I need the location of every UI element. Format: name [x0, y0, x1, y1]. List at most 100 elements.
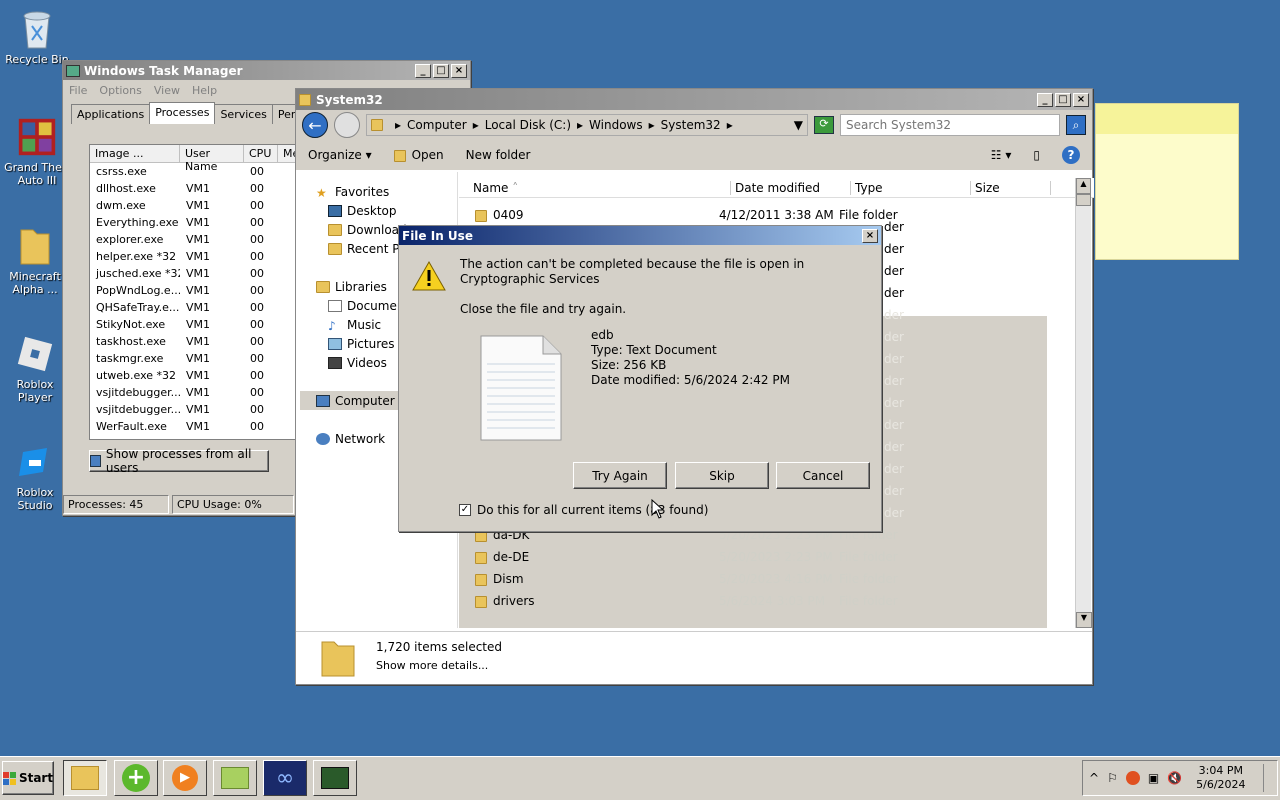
- breadcrumb-local-disk[interactable]: Local Disk (C:): [485, 118, 571, 132]
- desktop-icon-roblox-studio[interactable]: Roblox Studio: [0, 441, 70, 512]
- column-size[interactable]: Size: [971, 180, 1051, 195]
- process-row[interactable]: Everything.exe VM1 00: [90, 214, 328, 231]
- nav-favorites[interactable]: ★ Favorites: [316, 182, 457, 201]
- file-in-use-dialog[interactable]: File In Use × The action can't be comple…: [398, 225, 882, 532]
- clock[interactable]: 3:04 PM 5/6/2024: [1196, 764, 1245, 792]
- taskbar-folder-button[interactable]: [213, 760, 257, 796]
- menu-view[interactable]: View: [154, 84, 180, 97]
- open-button[interactable]: Open: [393, 148, 444, 162]
- refresh-button[interactable]: ⟳: [814, 116, 834, 134]
- help-icon[interactable]: ?: [1062, 146, 1080, 164]
- try-again-button[interactable]: Try Again: [573, 462, 667, 489]
- menu-file[interactable]: File: [69, 84, 87, 97]
- sticky-note[interactable]: [1095, 103, 1239, 260]
- process-row[interactable]: PopWndLog.e... VM1 00: [90, 282, 328, 299]
- process-image: winlogon.exe: [90, 437, 180, 439]
- taskbar-media-player-button[interactable]: ▶: [163, 760, 207, 796]
- partial-type-label: der: [884, 264, 904, 278]
- new-folder-button[interactable]: New folder: [466, 148, 531, 162]
- desktop-icon-roblox-player[interactable]: Roblox Player: [0, 333, 70, 404]
- organize-button[interactable]: Organize ▾: [308, 148, 372, 162]
- close-button[interactable]: ×: [451, 63, 467, 78]
- process-row[interactable]: dllhost.exe VM1 00: [90, 180, 328, 197]
- show-more-details-link[interactable]: Show more details...: [376, 659, 488, 672]
- process-row[interactable]: QHSafeTray.e... VM1 00: [90, 299, 328, 316]
- tab-processes[interactable]: Processes: [149, 102, 216, 124]
- menu-options[interactable]: Options: [99, 84, 141, 97]
- file-date-modified: Date modified: 5/6/2024 2:42 PM: [591, 373, 790, 387]
- show-desktop-button[interactable]: [1263, 764, 1277, 792]
- show-all-processes-button[interactable]: Show processes from all users: [89, 447, 269, 475]
- close-button[interactable]: ×: [1073, 92, 1089, 107]
- back-button[interactable]: ←: [302, 112, 328, 138]
- process-row[interactable]: helper.exe *32 VM1 00: [90, 248, 328, 265]
- process-row[interactable]: winlogon.exe 00: [90, 435, 328, 439]
- process-list[interactable]: Image ... User Name CPU Me csrss.exe 00 dl…: [89, 144, 329, 440]
- file-row[interactable]: de-DE 5/20/2023 2:23 PM File folder: [459, 546, 1047, 568]
- view-options-icon[interactable]: ☷ ▾: [991, 148, 1012, 162]
- start-button[interactable]: Start: [2, 761, 54, 795]
- process-cpu: 00: [250, 199, 264, 212]
- column-date-modified[interactable]: Date modified: [731, 180, 851, 195]
- process-row[interactable]: taskmgr.exe VM1 00: [90, 350, 328, 367]
- minimize-button[interactable]: _: [1037, 92, 1053, 107]
- process-row[interactable]: dwm.exe VM1 00: [90, 197, 328, 214]
- taskbar-app-button[interactable]: +: [114, 760, 158, 796]
- column-type[interactable]: Type: [851, 180, 971, 195]
- file-row[interactable]: 0409 4/12/2011 3:38 AM File folder: [459, 204, 1094, 226]
- taskbar-task-manager-button[interactable]: [313, 760, 357, 796]
- minimize-button[interactable]: _: [415, 63, 431, 78]
- process-row[interactable]: StikyNot.exe VM1 00: [90, 316, 328, 333]
- forward-button[interactable]: [334, 112, 360, 138]
- explorer-titlebar[interactable]: System32 _ □ ×: [296, 89, 1092, 110]
- chevron-down-icon[interactable]: ▼: [794, 118, 803, 132]
- nav-desktop[interactable]: Desktop: [316, 201, 457, 220]
- file-row[interactable]: drivers 5/6/2024 3:03 PM File folder: [459, 590, 1047, 612]
- cancel-button[interactable]: Cancel: [776, 462, 870, 489]
- search-icon[interactable]: ⌕: [1066, 115, 1086, 135]
- maximize-button[interactable]: □: [433, 63, 449, 78]
- scroll-down-button[interactable]: ▼: [1076, 612, 1092, 628]
- dialog-titlebar[interactable]: File In Use ×: [399, 226, 881, 245]
- scroll-thumb[interactable]: [1076, 194, 1091, 206]
- volume-muted-icon[interactable]: 🔇: [1167, 771, 1182, 785]
- process-row[interactable]: vsjitdebugger.... VM1 00: [90, 401, 328, 418]
- column-user-name[interactable]: User Name: [180, 145, 244, 173]
- address-bar[interactable]: ▸ Computer ▸ Local Disk (C:) ▸ Windows ▸ Sys…: [366, 114, 808, 136]
- computer-icon: [316, 394, 330, 407]
- desktop-icon-recycle-bin[interactable]: Recycle Bin: [2, 8, 72, 66]
- process-row[interactable]: utweb.exe *32 VM1 00: [90, 367, 328, 384]
- close-button[interactable]: ×: [862, 228, 878, 243]
- column-name[interactable]: Name ˄: [459, 180, 731, 195]
- tab-services[interactable]: Services: [214, 104, 273, 124]
- breadcrumb-windows[interactable]: Windows: [589, 118, 643, 132]
- desktop-icon-minecraft[interactable]: Minecraft Alpha ...: [0, 225, 70, 296]
- taskbar-visual-studio-button[interactable]: ∞: [263, 760, 307, 796]
- show-hidden-icons[interactable]: ^: [1089, 771, 1099, 785]
- preview-pane-icon[interactable]: ▯: [1033, 148, 1040, 162]
- column-cpu[interactable]: CPU: [244, 145, 278, 162]
- process-row[interactable]: explorer.exe VM1 00: [90, 231, 328, 248]
- menu-help[interactable]: Help: [192, 84, 217, 97]
- flag-icon[interactable]: ⚐: [1107, 771, 1118, 785]
- downloads-icon: [328, 223, 342, 236]
- network-icon[interactable]: ▣: [1148, 771, 1159, 785]
- maximize-button[interactable]: □: [1055, 92, 1071, 107]
- apply-to-all-checkbox[interactable]: ✓ Do this for all current items (83 foun…: [459, 503, 708, 517]
- process-row[interactable]: WerFault.exe VM1 00: [90, 418, 328, 435]
- stop-icon[interactable]: [1125, 771, 1140, 785]
- skip-button[interactable]: Skip: [675, 462, 769, 489]
- file-row[interactable]: Dism 5/20/2023 4:16 PM File folder: [459, 568, 1047, 590]
- column-image[interactable]: Image ...: [90, 145, 180, 162]
- scroll-up-button[interactable]: ▲: [1076, 178, 1091, 194]
- taskbar-explorer-button[interactable]: [63, 760, 107, 796]
- tab-applications[interactable]: Applications: [71, 104, 151, 124]
- process-row[interactable]: taskhost.exe VM1 00: [90, 333, 328, 350]
- breadcrumb-computer[interactable]: Computer: [407, 118, 467, 132]
- vertical-scrollbar[interactable]: ▲ ▼: [1075, 178, 1092, 628]
- task-manager-titlebar[interactable]: Windows Task Manager _ □ ×: [63, 61, 470, 80]
- process-row[interactable]: jusched.exe *32 VM1 00: [90, 265, 328, 282]
- search-input[interactable]: [840, 114, 1060, 136]
- breadcrumb-system32[interactable]: System32: [661, 118, 721, 132]
- process-row[interactable]: vsjitdebugger.... VM1 00: [90, 384, 328, 401]
